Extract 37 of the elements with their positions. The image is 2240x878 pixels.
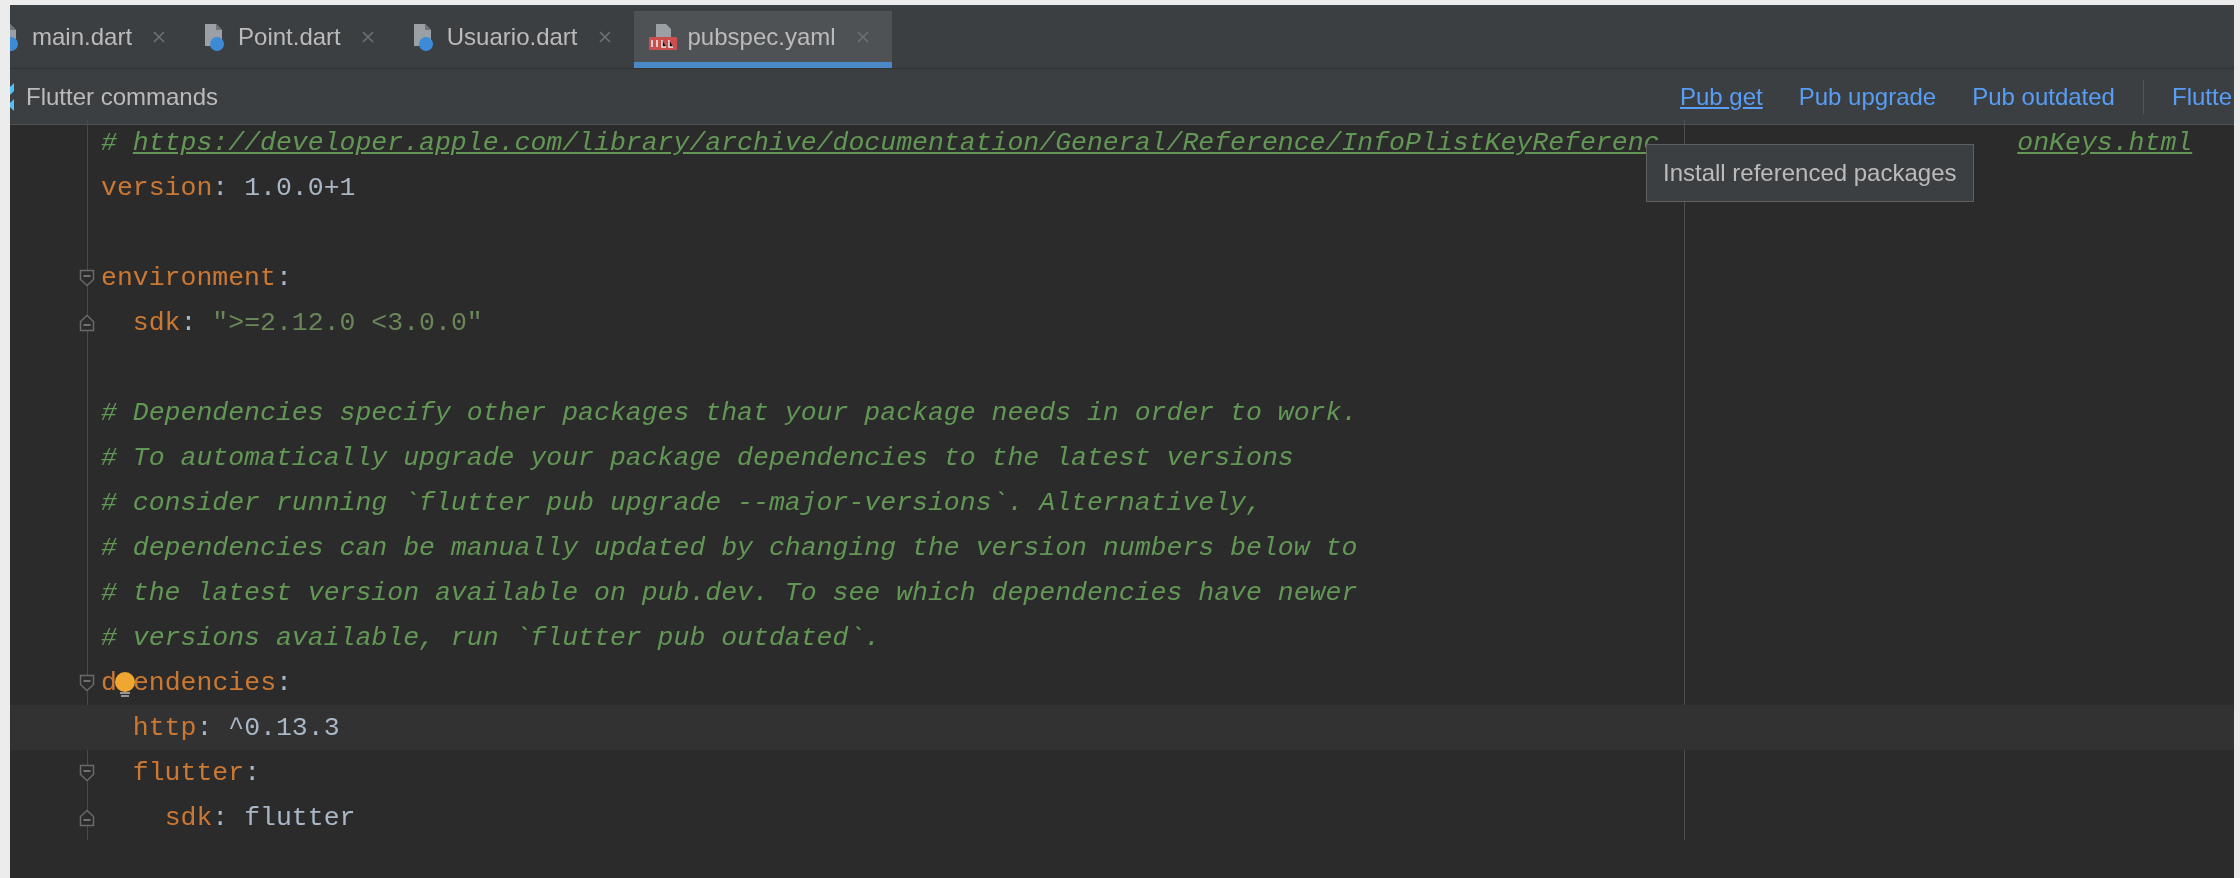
comment-hash: # xyxy=(101,127,117,158)
comment-link[interactable]: onKeys.html xyxy=(2017,127,2193,158)
code-comment: # To automatically upgrade your package dependencies to the latest versions xyxy=(101,442,1294,473)
command-link[interactable]: Pub upgrade xyxy=(1790,82,1945,111)
commands-title: Flutter commands xyxy=(26,82,219,111)
colon: : xyxy=(244,757,261,788)
yaml-value: ">=2.12.0 <3.0.0" xyxy=(212,307,483,338)
command-link[interactable]: Flutte xyxy=(2171,82,2232,111)
colon: : xyxy=(212,172,229,203)
editor-tab[interactable]: Usuario.dart xyxy=(396,11,634,68)
yaml-key: endencies xyxy=(132,667,277,698)
yaml-value: ^0.13.3 xyxy=(228,712,340,743)
yaml-value: flutter xyxy=(244,802,356,833)
command-link[interactable]: Pub outdated xyxy=(1964,82,2123,111)
editor-tab[interactable]: pubspec.yaml xyxy=(633,11,892,68)
yaml-key: flutter xyxy=(132,757,245,788)
tooltip: Install referenced packages xyxy=(1646,144,1974,202)
colon: : xyxy=(212,802,229,833)
yaml-key: d xyxy=(101,667,117,698)
editor-tab[interactable]: main.dart xyxy=(10,11,189,68)
yaml-key: environment xyxy=(101,262,276,293)
yaml-key: sdk xyxy=(164,802,213,833)
colon: : xyxy=(276,667,292,698)
code-comment: # Dependencies specify other packages that your package needs in order to work. xyxy=(101,397,1358,428)
command-link[interactable]: Pub get xyxy=(1672,82,1771,111)
yaml-key: version xyxy=(101,172,213,203)
code-comment: # versions available, run `flutter pub outdated`. xyxy=(101,622,881,653)
colon: : xyxy=(180,307,197,338)
colon: : xyxy=(275,262,292,293)
code-comment: # the latest version available on pub.dev. To see which dependencies have newer xyxy=(101,577,1358,608)
code-comment: # dependencies can be manually updated by changing the version numbers below to xyxy=(101,532,1358,563)
editor-tab[interactable]: Point.dart xyxy=(188,11,397,68)
colon: : xyxy=(196,712,213,743)
code-comment: # consider running `flutter pub upgrade --major-versions`. Alternatively, xyxy=(101,487,1262,518)
yaml-key: sdk xyxy=(132,307,181,338)
yaml-value: 1.0.0+1 xyxy=(244,172,356,203)
yaml-key: http xyxy=(132,712,197,743)
